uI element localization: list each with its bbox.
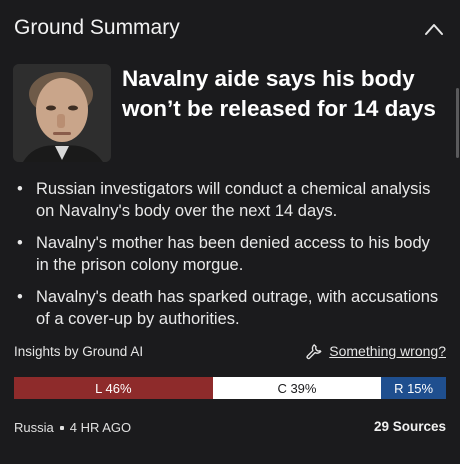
- bias-distribution-bar[interactable]: L 46% C 39% R 15%: [14, 377, 446, 399]
- separator-dot: [59, 425, 64, 430]
- news-thumbnail[interactable]: [13, 64, 111, 162]
- summary-bullets: • Russian investigators will conduct a ch…: [14, 178, 446, 340]
- portrait-image: [13, 64, 111, 162]
- bullet-dot: •: [17, 234, 23, 252]
- something-wrong-label[interactable]: Something wrong?: [329, 343, 446, 359]
- timestamp: 4 HR AGO: [69, 420, 132, 435]
- wrench-icon: [306, 344, 322, 360]
- bias-center-segment: C 39%: [212, 377, 382, 399]
- something-wrong-link[interactable]: Something wrong?: [305, 342, 446, 360]
- bullet-dot: •: [17, 180, 23, 198]
- sources-count[interactable]: 29 Sources: [374, 419, 446, 434]
- story-headline[interactable]: Navalny aide says his body won’t be rele…: [122, 64, 447, 124]
- insights-label: Insights by Ground AI: [14, 344, 144, 359]
- summary-bullet: • Navalny's mother has been denied access…: [17, 234, 430, 274]
- bullet-dot: •: [17, 288, 23, 306]
- chevron-up-icon[interactable]: [424, 22, 444, 36]
- bias-left-segment: L 46%: [14, 377, 213, 399]
- summary-bullet: • Navalny's death has sparked outrage, wi…: [17, 288, 439, 328]
- card-title: Ground Summary: [14, 16, 180, 39]
- story-meta: Russia 4 HR AGO: [14, 420, 131, 435]
- bias-right-segment: R 15%: [381, 377, 446, 399]
- summary-bullet: • Russian investigators will conduct a ch…: [17, 180, 431, 220]
- location-tag[interactable]: Russia: [14, 420, 54, 435]
- ground-summary-card: Ground Summary Navalny aide says his bod…: [0, 0, 460, 464]
- scrollbar[interactable]: [456, 88, 459, 158]
